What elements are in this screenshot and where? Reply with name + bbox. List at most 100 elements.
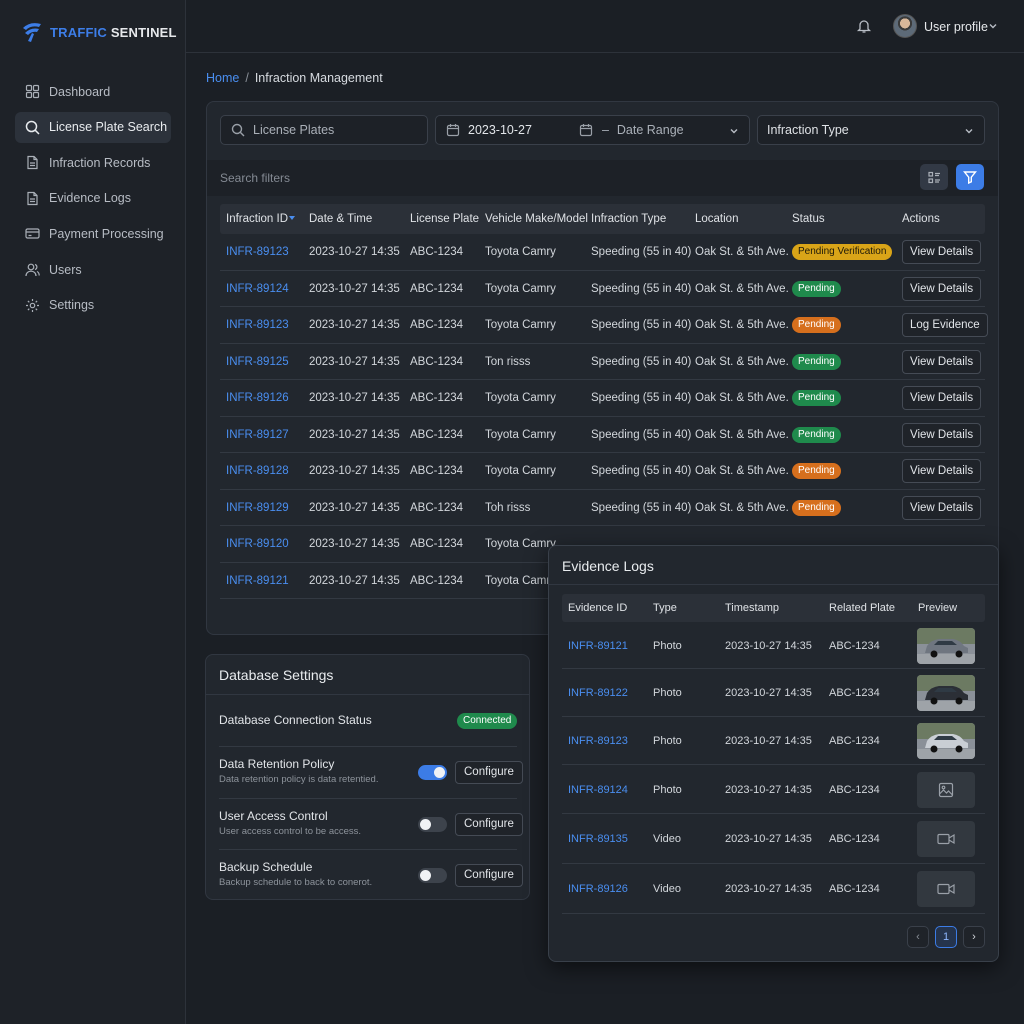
- view-details-button[interactable]: View Details: [902, 459, 982, 483]
- photo-thumbnail[interactable]: [917, 675, 975, 711]
- list-item[interactable]: INFR-89121 Photo 2023-10-27 14:35 ABC-1234: [562, 622, 985, 669]
- photo-thumbnail[interactable]: [917, 628, 975, 664]
- column-header-infraction-type[interactable]: Infraction Type: [591, 213, 666, 225]
- infraction-id-link[interactable]: INFR-89125: [226, 356, 289, 368]
- list-item[interactable]: INFR-89124 Photo 2023-10-27 14:35 ABC-1234: [562, 765, 985, 814]
- credit-card-icon: [25, 226, 40, 241]
- column-header-vehicle[interactable]: Vehicle Make/Model: [485, 213, 588, 225]
- sidebar-item-infraction-records[interactable]: Infraction Records: [15, 147, 171, 178]
- evidence-id-link[interactable]: INFR-89135: [568, 833, 628, 845]
- view-details-button[interactable]: View Details: [902, 276, 982, 301]
- pagination-page-button[interactable]: 1: [935, 926, 957, 948]
- notification-bell-icon[interactable]: [856, 18, 872, 34]
- configure-button[interactable]: Configure: [455, 812, 523, 836]
- column-header-status[interactable]: Status: [792, 213, 825, 225]
- list-item[interactable]: INFR-89122 Photo 2023-10-27 14:35 ABC-1234: [562, 669, 985, 717]
- infraction-id-link[interactable]: INFR-89129: [226, 502, 289, 514]
- list-view-button[interactable]: [920, 164, 948, 190]
- infraction-id-link[interactable]: INFR-89124: [226, 283, 289, 295]
- column-header-actions[interactable]: Actions: [902, 213, 940, 225]
- infraction-id-link[interactable]: INFR-89123: [226, 246, 289, 258]
- backup-schedule-toggle[interactable]: [418, 868, 447, 884]
- filter-button[interactable]: [956, 164, 984, 190]
- evidence-id-link[interactable]: INFR-89122: [568, 687, 628, 699]
- column-header-location[interactable]: Location: [695, 213, 738, 225]
- evidence-id-link[interactable]: INFR-89126: [568, 883, 628, 895]
- column-header-license-plate[interactable]: License Plate: [410, 213, 479, 225]
- data-retention-policy-toggle[interactable]: [418, 765, 447, 780]
- infraction-id-link[interactable]: INFR-89123: [226, 319, 289, 331]
- infraction-id-link[interactable]: INFR-89121: [226, 575, 289, 587]
- configure-button[interactable]: Configure: [455, 864, 523, 888]
- table-row[interactable]: INFR-89123 2023-10-27 14:35 ABC-1234 Toyota…: [220, 307, 988, 344]
- view-details-button[interactable]: View Details: [902, 422, 982, 447]
- sidebar-item-users[interactable]: Users: [15, 254, 171, 285]
- evidence-id-link[interactable]: INFR-89124: [568, 784, 628, 796]
- brand-name-part1: TRAFFIC: [50, 24, 107, 40]
- view-details-button[interactable]: View Details: [902, 386, 982, 410]
- date-range-picker[interactable]: 2023-10-27 – Date Range: [435, 115, 750, 145]
- infraction-id-link[interactable]: INFR-89126: [226, 392, 289, 404]
- video-preview[interactable]: [917, 821, 975, 857]
- view-details-button[interactable]: View Details: [902, 240, 982, 264]
- infraction-type-select[interactable]: Infraction Type: [757, 115, 985, 145]
- list-item[interactable]: INFR-89123 Photo 2023-10-27 14:35 ABC-1234: [562, 717, 985, 765]
- sidebar-item-dashboard[interactable]: Dashboard: [15, 76, 171, 107]
- user-access-control-toggle[interactable]: [418, 816, 447, 832]
- user-profile-menu[interactable]: User profile: [924, 20, 988, 34]
- column-header-type[interactable]: Type: [653, 602, 677, 614]
- sort-descending-icon[interactable]: [288, 213, 296, 225]
- brand-logo[interactable]: TRAFFIC SENTINEL: [20, 20, 177, 44]
- log-evidence-button[interactable]: Log Evidence: [902, 313, 988, 337]
- column-header-related-plate[interactable]: Related Plate: [829, 602, 895, 614]
- pagination-prev-button[interactable]: ‹: [907, 926, 929, 948]
- database-settings-panel: Database Settings Database Connection St…: [205, 654, 530, 900]
- table-row[interactable]: INFR-89128 2023-10-27 14:35 ABC-1234 Toyota…: [220, 453, 985, 490]
- infraction-table-header: Infraction ID Date & Time License Plate Veh…: [220, 204, 985, 234]
- table-row[interactable]: INFR-89123 2023-10-27 14:35 ABC-1234 Toyota…: [220, 234, 985, 271]
- chevron-down-icon: [730, 129, 738, 134]
- sidebar-item-evidence-logs[interactable]: Evidence Logs: [15, 183, 171, 214]
- infraction-id-link[interactable]: INFR-89120: [226, 538, 289, 550]
- pagination-next-button[interactable]: ›: [963, 926, 985, 948]
- video-preview[interactable]: [917, 871, 975, 907]
- gear-icon: [25, 298, 40, 313]
- db-setting-row-user-access-control: User Access Control User access control t…: [219, 799, 523, 851]
- list-item[interactable]: INFR-89135 Video 2023-10-27 14:35 ABC-1234: [562, 814, 985, 864]
- infraction-id-link[interactable]: INFR-89128: [226, 465, 289, 477]
- column-header-timestamp[interactable]: Timestamp: [725, 602, 779, 614]
- sidebar-item-payment-processing[interactable]: Payment Processing: [15, 218, 171, 249]
- column-header-evidence-id[interactable]: Evidence ID: [568, 602, 627, 614]
- cell-date-time: 2023-10-27 14:35: [309, 319, 400, 331]
- table-row[interactable]: INFR-89125 2023-10-27 14:35 ABC-1234 Ton ri…: [220, 344, 985, 380]
- column-header-date-time[interactable]: Date & Time: [309, 213, 372, 225]
- cell-timestamp: 2023-10-27 14:35: [725, 883, 812, 895]
- infraction-id-link[interactable]: INFR-89127: [226, 429, 289, 441]
- cell-timestamp: 2023-10-27 14:35: [725, 640, 812, 652]
- license-plate-search-input[interactable]: License Plates: [220, 115, 428, 145]
- table-row[interactable]: INFR-89129 2023-10-27 14:35 ABC-1234 Toh ri…: [220, 490, 985, 526]
- view-details-button[interactable]: View Details: [902, 349, 982, 374]
- table-row[interactable]: INFR-89124 2023-10-27 14:35 ABC-1234 Toyota…: [220, 271, 985, 307]
- sidebar-item-settings[interactable]: Settings: [15, 290, 171, 321]
- list-item[interactable]: INFR-89126 Video 2023-10-27 14:35 ABC-1234: [562, 864, 985, 914]
- table-row[interactable]: INFR-89126 2023-10-27 14:35 ABC-1234 Toyota…: [220, 380, 985, 417]
- sidebar-item-label: Evidence Logs: [49, 191, 132, 206]
- status-badge: Pending: [792, 390, 841, 406]
- breadcrumb-home-link[interactable]: Home: [206, 71, 239, 85]
- avatar[interactable]: [893, 14, 917, 38]
- column-header-infraction-id[interactable]: Infraction ID: [226, 213, 288, 225]
- sidebar-item-license-plate-search[interactable]: License Plate Search: [15, 111, 171, 143]
- evidence-id-link[interactable]: INFR-89121: [568, 640, 628, 652]
- table-row[interactable]: INFR-89127 2023-10-27 14:35 ABC-1234 Toyota…: [220, 417, 985, 453]
- chevron-down-icon[interactable]: [988, 21, 998, 31]
- view-details-button[interactable]: View Details: [902, 495, 982, 520]
- list-view-icon: [927, 171, 940, 183]
- photo-thumbnail[interactable]: [917, 723, 975, 759]
- evidence-id-link[interactable]: INFR-89123: [568, 735, 628, 747]
- column-header-preview[interactable]: Preview: [918, 602, 957, 614]
- image-preview[interactable]: [917, 772, 975, 808]
- configure-button[interactable]: Configure: [455, 761, 523, 784]
- page-number: 1: [942, 931, 950, 943]
- cell-date-time: 2023-10-27 14:35: [309, 465, 400, 477]
